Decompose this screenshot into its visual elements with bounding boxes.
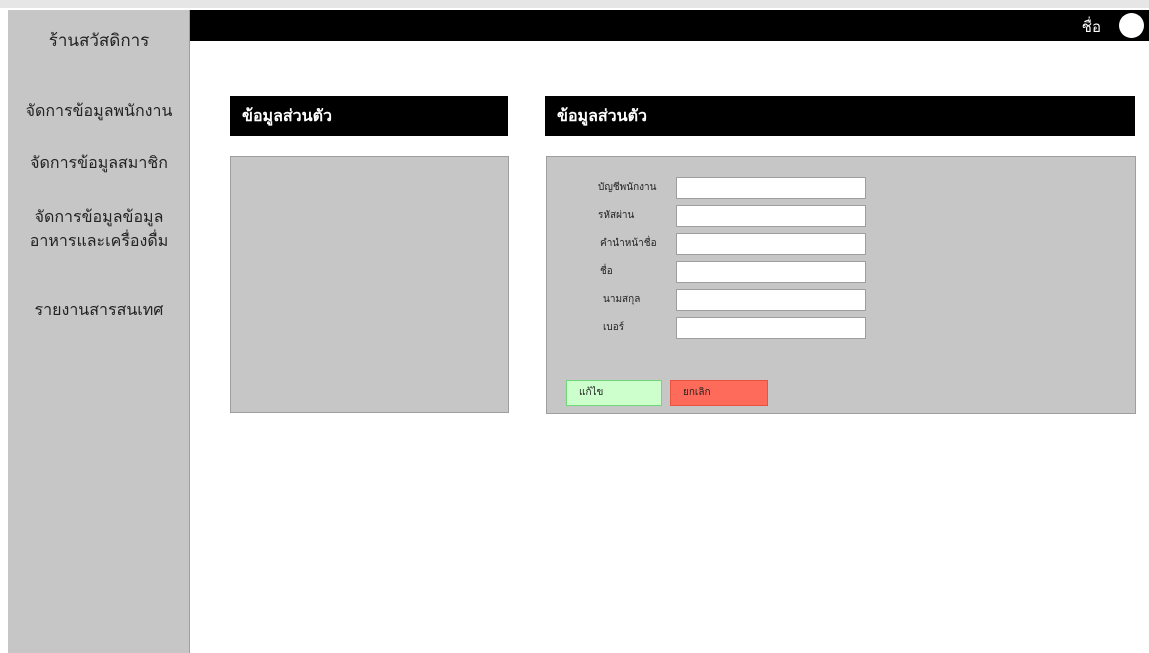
first-name-field[interactable]: [676, 261, 866, 283]
password-field[interactable]: [676, 205, 866, 227]
avatar-icon[interactable]: [1119, 13, 1144, 38]
field-label-title-prefix: คำนำหน้าชื่อ: [600, 238, 657, 249]
sidebar-item-manage-members[interactable]: จัดการข้อมูลสมาชิก: [8, 151, 190, 175]
left-panel-body: [230, 156, 509, 413]
field-label-employee-account: บัญชีพนักงาน: [598, 182, 657, 193]
title-prefix-field[interactable]: [676, 233, 866, 255]
top-bar: ชื่อ: [190, 10, 1149, 41]
phone-field[interactable]: [676, 317, 866, 339]
left-panel-title: ข้อมูลส่วนตัว: [230, 96, 508, 136]
user-name: ชื่อ: [1081, 18, 1101, 36]
field-label-phone: เบอร์: [603, 322, 625, 333]
right-panel-title: ข้อมูลส่วนตัว: [545, 96, 1135, 136]
employee-account-field[interactable]: [676, 177, 866, 199]
cancel-button[interactable]: ยกเลิก: [670, 380, 768, 406]
field-label-first-name: ชื่อ: [600, 266, 613, 277]
last-name-field[interactable]: [676, 289, 866, 311]
field-label-last-name: นามสกุล: [603, 294, 641, 305]
brand-title: ร้านสวัสดิการ: [48, 31, 150, 51]
sidebar-item-manage-employees[interactable]: จัดการข้อมูลพนักงาน: [8, 99, 190, 123]
sidebar: ร้านสวัสดิการ จัดการข้อมูลพนักงาน จัดการ…: [8, 10, 190, 653]
sidebar-item-reports[interactable]: รายงานสารสนเทศ: [8, 298, 190, 322]
edit-button[interactable]: แก้ไข: [566, 380, 662, 406]
sidebar-item-manage-food-drinks[interactable]: จัดการข้อมูลข้อมูล อาหารและเครื่องดื่ม: [8, 205, 190, 253]
field-label-password: รหัสผ่าน: [598, 210, 635, 221]
top-strip: [0, 0, 1149, 8]
